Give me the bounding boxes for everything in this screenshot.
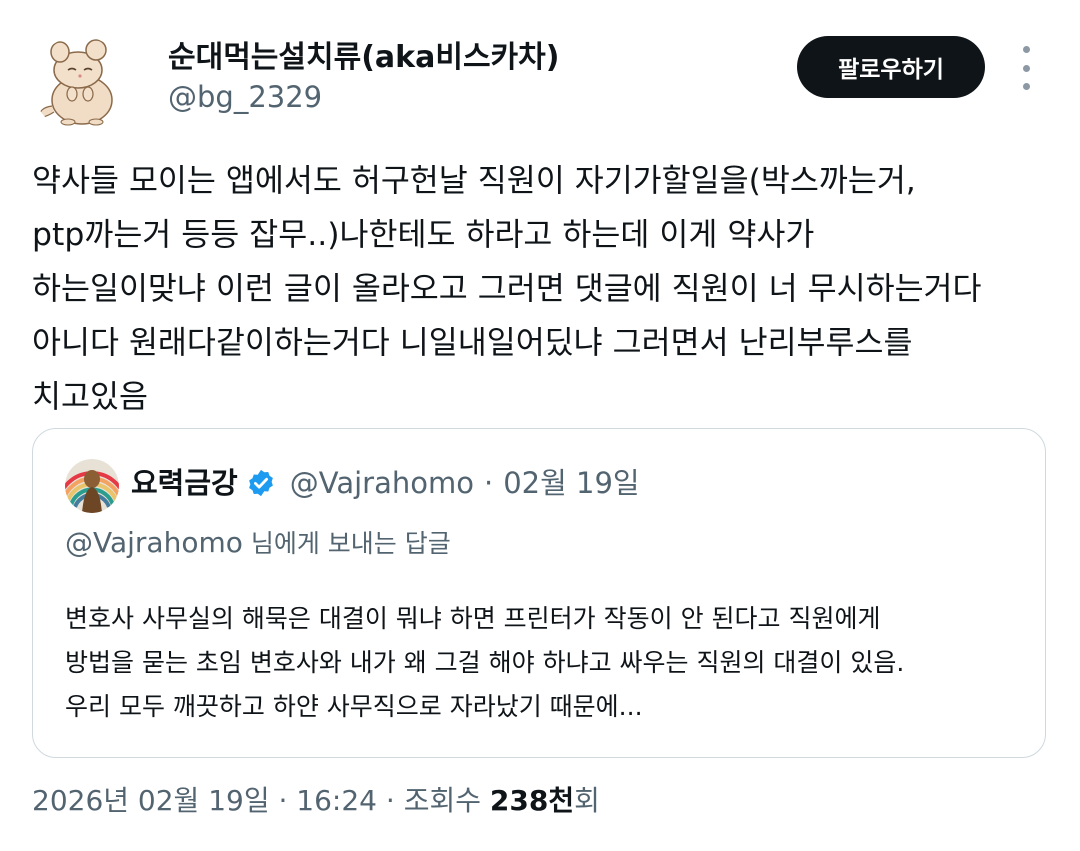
more-vertical-icon-dot (1022, 64, 1030, 72)
more-vertical-icon-dot (1022, 83, 1030, 90)
chinchilla-avatar-icon (32, 36, 128, 132)
author-handle[interactable]: @bg_2329 (168, 80, 322, 114)
quote-date[interactable]: 02월 19일 (503, 463, 639, 503)
separator-dot: · (483, 466, 494, 500)
more-vertical-icon (1022, 46, 1030, 53)
quoted-tweet[interactable]: 요력금강 @Vajrahomo · 02월 19일 @Vajrahomo 님에게… (32, 428, 1046, 758)
follow-button[interactable]: 팔로우하기 (797, 36, 985, 98)
rainbow-figure-avatar-icon (65, 459, 119, 513)
author-display-name[interactable]: 순대먹는설치류(aka비스카차) (168, 40, 559, 76)
tweet-meta: 2026년 02월 19일 · 16:24 · 조회수 238천회 (32, 780, 600, 822)
tweet-text: 약사들 모이는 앱에서도 허구헌날 직원이 자기가할일을(박스까는거, ptp까… (32, 163, 982, 415)
quote-header: 요력금강 @Vajrahomo · 02월 19일 (131, 463, 640, 503)
views-count: 238천 (489, 784, 575, 817)
tweet-datetime[interactable]: 2026년 02월 19일 · 16:24 · 조회수 (32, 784, 490, 817)
reply-to-handle[interactable]: @Vajrahomo (65, 526, 243, 559)
reply-to-suffix: 님에게 보내는 답글 (242, 529, 451, 558)
verified-badge-icon (246, 468, 276, 498)
quote-author-avatar[interactable] (65, 459, 119, 513)
quote-text: 변호사 사무실의 해묵은 대결이 뭐냐 하면 프린터가 작동이 안 된다고 직원… (65, 604, 905, 721)
author-avatar[interactable] (32, 36, 128, 132)
reply-context: @Vajrahomo 님에게 보내는 답글 (65, 521, 451, 566)
quote-author-name[interactable]: 요력금강 (131, 463, 238, 503)
quote-author-handle[interactable]: @Vajrahomo (290, 463, 474, 503)
more-options-button[interactable] (1006, 46, 1046, 90)
views-suffix: 회 (574, 784, 600, 817)
tweet-header: 순대먹는설치류(aka비스카차) @bg_2329 팔로우하기 (0, 0, 1080, 132)
